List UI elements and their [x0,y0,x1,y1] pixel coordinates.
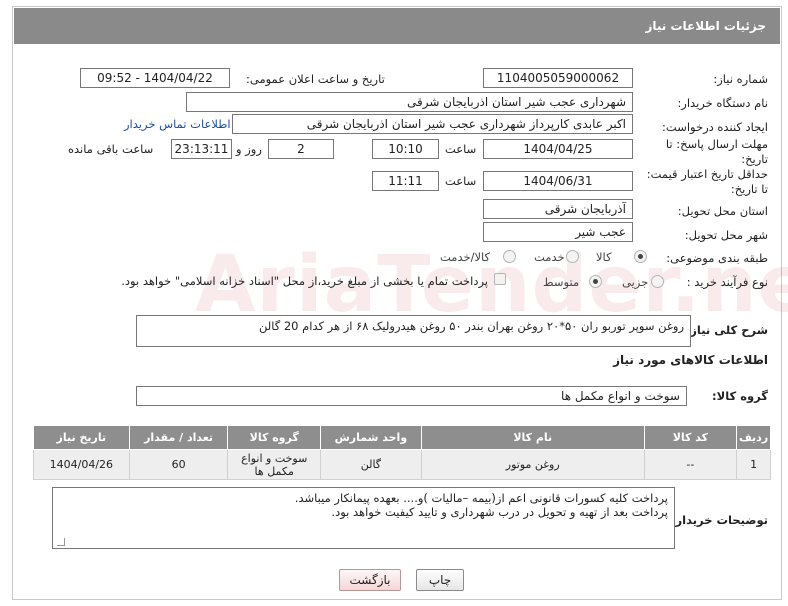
category-radio-both[interactable] [503,250,516,263]
process-minor-label: جزیی [622,275,649,289]
deadline-label-1: مهلت ارسال پاسخ: تا [665,137,768,151]
description-field: روغن سوپر توربو ران ۵۰*۲۰ روغن بهران بند… [136,315,691,347]
col-name: نام کالا [420,425,645,450]
category-radio-service[interactable] [566,250,579,263]
creator-label: ایجاد کننده درخواست: [662,120,768,134]
validity-label-2: تا تاریخ: [730,182,768,196]
validity-label-1: حداقل تاریخ اعتبار قیمت: [646,167,768,181]
need-number-label: شماره نیاز: [713,72,768,86]
cell-unit: گالن [319,449,422,480]
province-field: آذربایجان شرقی [483,199,633,219]
province-label: استان محل تحویل: [677,204,768,218]
buyer-contact-link[interactable]: اطلاعات تماس خریدار [124,117,231,131]
cell-group: سوخت و انواع مکمل ها [227,449,321,480]
validity-time-field: 11:11 [372,171,439,191]
category-both-label: کالا/خدمت [440,250,491,264]
goods-table: ردیف کد کالا نام کالا واحد شمارش گروه کا… [33,425,771,480]
deadline-time-field: 10:10 [372,139,439,159]
buyer-notes-field: پرداخت کلیه کسورات قانونی اعم از(بیمه –م… [52,487,675,549]
remaining-time-field: 23:13:11 [171,139,232,159]
buyer-field: شهرداری عجب شیر استان اذربایجان شرقی [186,92,633,112]
announce-field: 1404/04/22 - 09:52 [80,68,230,88]
need-number-field: 1104005059000062 [483,68,633,88]
remaining-label: ساعت باقی مانده [68,142,154,156]
cell-code: -- [643,449,738,480]
buyer-label: نام دستگاه خریدار: [677,96,768,110]
col-code: کد کالا [643,425,738,450]
validity-time-label: ساعت [445,174,477,188]
city-field: عجب شیر [483,222,633,242]
category-radio-goods[interactable] [634,250,647,263]
goods-section-title: اطلاعات کالاهای مورد نیاز [613,353,768,367]
deadline-label-2: تاریخ: [741,152,768,166]
creator-field: اکبر عابدی کارپرداز شهرداری عجب شیر استا… [232,114,633,134]
process-radio-medium[interactable] [589,275,602,288]
deadline-time-label: ساعت [445,142,477,156]
buyer-notes-line-2: پرداخت بعد از تهیه و تحویل در درب شهردار… [331,505,668,519]
treasury-payment-checkbox[interactable] [494,273,506,285]
back-button[interactable]: بازگشت [339,569,401,591]
table-row: 1 -- روغن موتور گالن سوخت و انواع مکمل ه… [33,449,771,480]
days-label: روز و [236,142,262,156]
buyer-notes-line-1: پرداخت کلیه کسورات قانونی اعم از(بیمه –م… [294,491,668,505]
goods-table-header: ردیف کد کالا نام کالا واحد شمارش گروه کا… [33,425,771,450]
cell-row: 1 [736,449,771,480]
col-date: تاریخ نیاز [33,425,130,450]
treasury-payment-note: پرداخت تمام یا بخشی از مبلغ خرید،از محل … [121,274,488,288]
deadline-date-field: 1404/04/25 [483,139,633,159]
cell-qty: 60 [128,449,229,480]
category-service-label: خدمت [534,250,565,264]
process-medium-label: متوسط [543,275,580,289]
print-button[interactable]: چاپ [416,569,464,591]
announce-label: تاریخ و ساعت اعلان عمومی: [246,72,385,86]
resize-handle[interactable] [57,538,65,546]
description-label: شرح کلی نیاز: [685,323,768,337]
page-title: جزئیات اطلاعات نیاز [14,8,780,44]
col-group: گروه کالا [227,425,321,450]
process-radio-minor[interactable] [651,275,664,288]
category-goods-label: کالا [596,250,612,264]
validity-date-field: 1404/06/31 [483,171,633,191]
col-unit: واحد شمارش [319,425,422,450]
buyer-notes-label: توضیحات خریدار: [670,513,768,527]
category-label: طبقه بندی موضوعی: [666,251,768,265]
cell-name: روغن موتور [420,449,645,480]
goods-group-label: گروه کالا: [712,389,768,403]
goods-group-field: سوخت و انواع مکمل ها [136,386,687,406]
process-label: نوع فرآیند خرید : [686,275,768,289]
city-label: شهر محل تحویل: [684,228,768,242]
cell-date: 1404/04/26 [33,449,130,480]
col-row: ردیف [736,425,771,450]
col-qty: تعداد / مقدار [128,425,229,450]
days-field: 2 [268,139,334,159]
